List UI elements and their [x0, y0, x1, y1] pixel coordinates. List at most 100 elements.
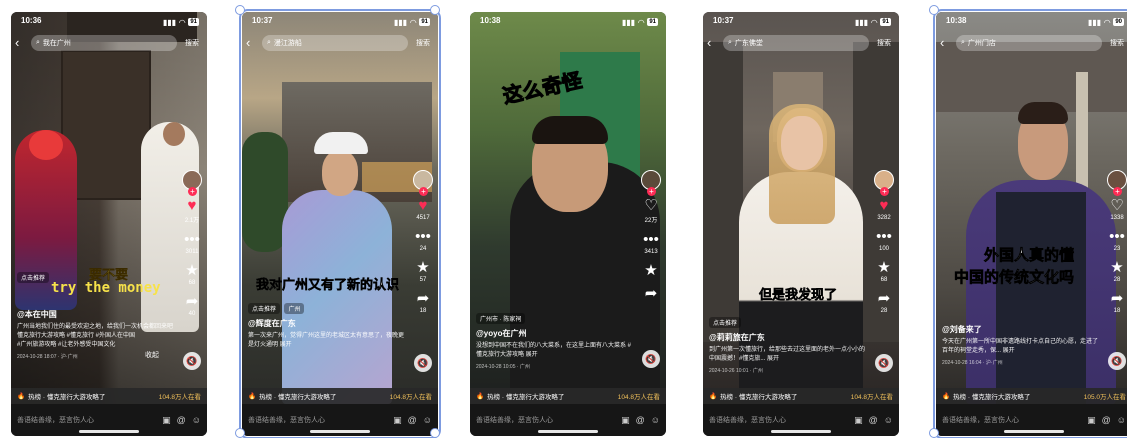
image-icon[interactable]: ▣ [162, 415, 171, 426]
alley-wall-left [703, 42, 743, 342]
comment-bar: 善语结善缘，恶言伤人心 ▣ @ ☺ [936, 404, 1127, 436]
fire-icon: 🔥 [709, 393, 718, 400]
comment-icon[interactable]: ••• [643, 232, 659, 247]
comment-icon[interactable]: ••• [876, 229, 892, 244]
comment-icon[interactable]: ••• [1109, 229, 1125, 244]
mute-icon[interactable]: 🔇 [642, 350, 660, 368]
author-name[interactable]: @刘备来了 [942, 324, 1102, 335]
at-icon[interactable]: @ [408, 415, 417, 426]
action-rail: ♥ 3282 ••• 100 ★ 68 ➦ 28 [873, 170, 895, 314]
author-name[interactable]: @莉莉旅在广东 [709, 332, 869, 343]
search-input[interactable]: ⌕ 广东佛堂 [723, 35, 869, 51]
hot-banner[interactable]: 🔥 热榜 · 懂克旅行大游攻略了 104.8万人在看 [11, 388, 207, 404]
star-icon[interactable]: ★ [1110, 260, 1123, 275]
emoji-icon[interactable]: ☺ [1117, 415, 1126, 426]
search-bar: ‹ ⌕ 漫江游船 搜索 [246, 34, 434, 52]
search-button[interactable]: 搜索 [181, 38, 203, 48]
avatar[interactable] [641, 170, 661, 196]
location-tag[interactable]: 广州市 · 陈家祠 [476, 313, 526, 324]
image-icon[interactable]: ▣ [621, 415, 630, 426]
search-input[interactable]: ⌕ 我在广州 [31, 35, 177, 51]
comment-icon[interactable]: ••• [415, 229, 431, 244]
fire-icon: 🔥 [17, 393, 26, 400]
heart-icon[interactable]: ♥ [880, 198, 889, 213]
at-icon[interactable]: @ [636, 415, 645, 426]
star-icon[interactable]: ★ [416, 260, 429, 275]
avatar[interactable] [874, 170, 894, 196]
search-button[interactable]: 搜索 [873, 38, 895, 48]
comment-input[interactable]: 善语结善缘，恶言伤人心 [248, 415, 325, 425]
recommend-chip[interactable]: 点击推荐 [17, 272, 50, 283]
heart-icon[interactable]: ♡ [1110, 198, 1123, 213]
avatar[interactable] [182, 170, 202, 196]
selection-handle[interactable] [235, 428, 245, 438]
author-name[interactable]: @yoyo在广州 [476, 328, 636, 339]
comment-input[interactable]: 善语结善缘，恶言伤人心 [476, 415, 553, 425]
mute-icon[interactable]: 🔇 [183, 352, 201, 370]
search-bar: ‹ ⌕ 广州门店 搜索 [940, 34, 1127, 52]
share-icon[interactable]: ➦ [645, 286, 658, 301]
man-tiedye-shirt [282, 190, 392, 404]
recommend-chip[interactable]: 点击推荐 [709, 317, 742, 328]
heart-icon[interactable]: ♥ [188, 198, 197, 213]
hot-banner[interactable]: 🔥 热榜 · 懂克旅行大游攻略了 104.8万人在看 [703, 388, 899, 404]
search-button[interactable]: 搜索 [1106, 38, 1127, 48]
back-arrow-icon[interactable]: ‹ [246, 36, 258, 50]
video-description: 没想到中国不在我们的八大菜系，在这里上面有八大菜系 #懂克旅行大游攻略 展开 [476, 343, 632, 358]
at-icon[interactable]: @ [177, 415, 186, 426]
at-icon[interactable]: @ [1102, 415, 1111, 426]
recommend-chip[interactable]: 点击推荐 [248, 303, 281, 314]
comment-icon[interactable]: ••• [184, 232, 200, 247]
image-icon[interactable]: ▣ [393, 415, 402, 426]
search-button[interactable]: 搜索 [412, 38, 434, 48]
share-icon[interactable]: ➦ [417, 291, 430, 306]
action-rail: ♥ 4517 ••• 24 ★ 57 ➦ 18 [412, 170, 434, 314]
mute-icon[interactable]: 🔇 [414, 354, 432, 372]
star-icon[interactable]: ★ [185, 263, 198, 278]
author-name[interactable]: @辉度在广东 [248, 318, 408, 329]
back-arrow-icon[interactable]: ‹ [707, 36, 719, 50]
search-input[interactable]: ⌕ 广州门店 [956, 35, 1102, 51]
share-icon[interactable]: ➦ [1111, 291, 1124, 306]
image-icon[interactable]: ▣ [854, 415, 863, 426]
selection-handle[interactable] [430, 428, 440, 438]
comment-input[interactable]: 善语结善缘，恶言伤人心 [709, 415, 786, 425]
author-name[interactable]: @本在中国 [17, 309, 177, 320]
heart-icon[interactable]: ♥ [419, 198, 428, 213]
mute-icon[interactable]: 🔇 [1108, 352, 1126, 370]
comment-bar: 善语结善缘，恶言伤人心 ▣ @ ☺ [242, 404, 438, 436]
heart-icon[interactable]: ♡ [644, 198, 657, 213]
action-rail: ♡ 1338 ••• 23 ★ 28 ➦ 18 [1106, 170, 1127, 314]
at-icon[interactable]: @ [869, 415, 878, 426]
hot-banner[interactable]: 🔥 热榜 · 懂克旅行大游攻略了 104.8万人在看 [242, 388, 438, 404]
home-indicator [538, 430, 598, 433]
video-description: 第一次来广州，觉得广州这里的老城区太有意思了，夜晚更是灯火通明 展开 [248, 333, 405, 348]
selection-handle[interactable] [929, 428, 939, 438]
back-arrow-icon[interactable]: ‹ [940, 36, 952, 50]
mute-icon[interactable]: 🔇 [875, 354, 893, 372]
comment-input[interactable]: 善语结善缘，恶言伤人心 [17, 415, 94, 425]
star-icon[interactable]: ★ [877, 260, 890, 275]
comment-input[interactable]: 善语结善缘，恶言伤人心 [942, 415, 1019, 425]
search-bar: ‹ ⌕ 我在广州 搜索 [15, 34, 203, 52]
star-icon[interactable]: ★ [644, 263, 657, 278]
emoji-icon[interactable]: ☺ [651, 415, 660, 426]
hot-banner[interactable]: 🔥 热榜 · 懂克旅行大游攻略了 104.8万人在看 [470, 388, 666, 404]
emoji-icon[interactable]: ☺ [192, 415, 201, 426]
share-icon[interactable]: ➦ [186, 294, 199, 309]
emoji-icon[interactable]: ☺ [423, 415, 432, 426]
fire-icon: 🔥 [476, 393, 485, 400]
back-arrow-icon[interactable]: ‹ [15, 36, 27, 50]
emoji-icon[interactable]: ☺ [884, 415, 893, 426]
selection-handle[interactable] [929, 5, 939, 15]
selection-handle[interactable] [430, 5, 440, 15]
avatar[interactable] [1107, 170, 1127, 196]
selection-handle[interactable] [235, 5, 245, 15]
search-input[interactable]: ⌕ 漫江游船 [262, 35, 408, 51]
share-icon[interactable]: ➦ [878, 291, 891, 306]
hot-banner[interactable]: 🔥 热榜 · 懂克旅行大游攻略了 105.0万人在看 [936, 388, 1127, 404]
location-tag[interactable]: 广州 [284, 303, 305, 314]
collapse-link[interactable]: 收起 [145, 350, 159, 360]
image-icon[interactable]: ▣ [1087, 415, 1096, 426]
avatar[interactable] [413, 170, 433, 196]
